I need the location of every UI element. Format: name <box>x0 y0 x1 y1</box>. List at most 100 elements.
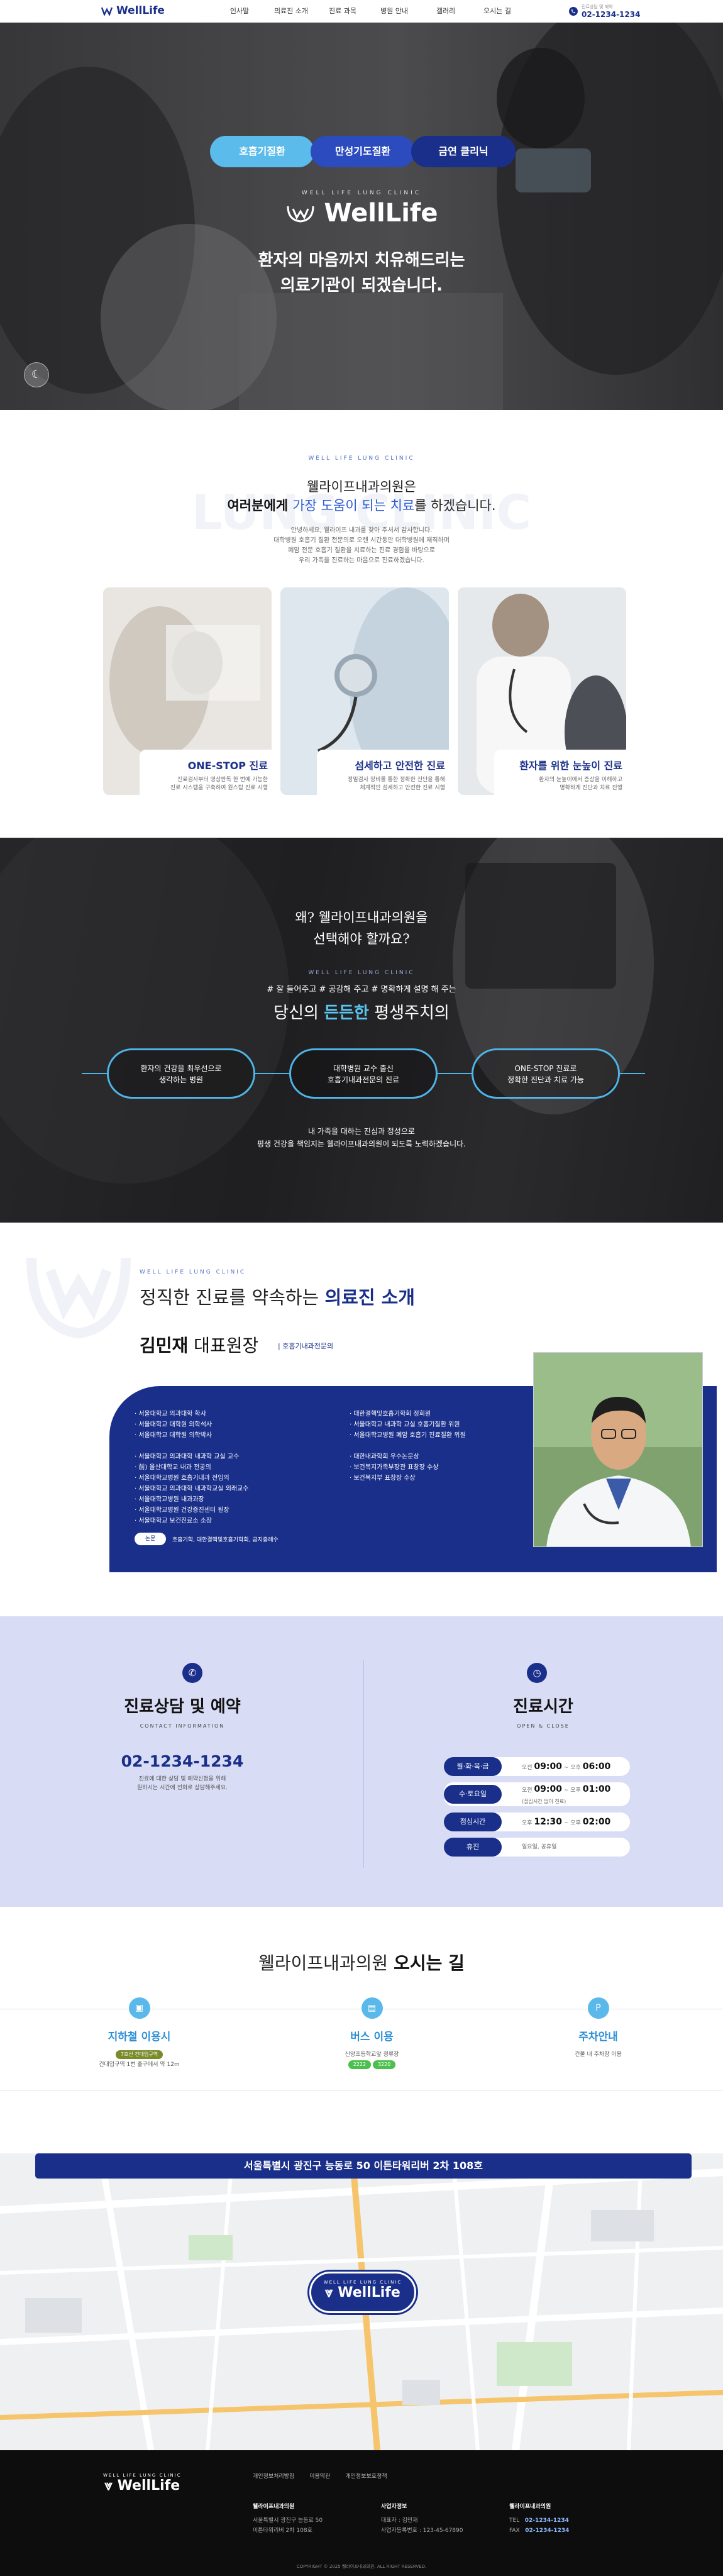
hero-headline-line1: 환자의 마음까지 치유해드리는 <box>258 251 465 270</box>
doctor-section-title: 정직한 진료를 약속하는 의료진 소개 <box>140 1283 415 1309</box>
career-list-experience: 서울대학교 의과대학 내과학 교실 교수 前) 울산대학교 내과 전공의 서울대… <box>135 1452 249 1526</box>
map-location-marker[interactable]: WELL LIFE LUNG CLINIC ⩔ WellLife <box>309 2272 416 2313</box>
doctor-name: 김민재 대표원장 <box>140 1332 258 1357</box>
hours-title: 진료시간 <box>513 1697 573 1716</box>
why-section: 왜? 웰라이프내과의원을 선택해야 할까요? WELL LIFE LUNG CLI… <box>0 838 723 1223</box>
intro-heading-post: 를 하겠습니다. <box>414 498 496 513</box>
footer-logo[interactable]: WELL LIFE LUNG CLINIC ⩔ WellLife <box>103 2473 182 2494</box>
nav-item-hospital-info[interactable]: 병원 안내 <box>368 0 420 23</box>
career-list-education: 서울대학교 의과대학 학사 서울대학교 대학원 의학석사 서울대학교 대학원 의… <box>135 1409 212 1441</box>
parking-icon: P <box>587 1997 609 2019</box>
logo-icon: ⩔ <box>104 2478 113 2494</box>
footer-link-privacy-policy[interactable]: 개인정보보호정책 <box>345 2472 387 2480</box>
nav-item-departments[interactable]: 진료 과목 <box>317 0 368 23</box>
hours-row: 월·화·목·금 오전 09:00 ~ 오후 06:00 <box>444 1757 630 1776</box>
feature-card-caption: ONE-STOP 진료 진료검사부터 영상판독 한 번에 가능한 진료 시스템을 … <box>140 750 272 795</box>
hours-row-label: 수·토요일 <box>444 1785 502 1804</box>
watermark-logo-icon <box>26 1257 131 1339</box>
consult-desc-line: 원하시는 시간에 전화로 상담해주세요. <box>137 1785 228 1791</box>
directions-parking-desc: 건물 내 주차장 이용 <box>575 2051 622 2058</box>
footer-address: 웰라이프내과의원 서울특별시 광진구 능동로 50 이튼타워리버 2차 108호 <box>253 2502 323 2536</box>
feature-card-safe[interactable]: 섬세하고 안전한 진료 정밀검사 장비를 통한 정확한 진단을 통해 체계적인 섬… <box>280 587 449 795</box>
connector-line <box>620 1073 645 1074</box>
hours-row-value: 오전 09:00 ~ 오후 01:00 (점심시간 없이 진료) <box>522 1784 629 1807</box>
feature-card-eye-level[interactable]: 환자를 위한 눈높이 진료 환자의 눈높이에서 증상을 이해하고 명확하게 진단과… <box>458 587 626 795</box>
footer-link-privacy[interactable]: 개인정보처리방침 <box>253 2472 294 2480</box>
career-item: 서울대학교 대학원 의학박사 <box>135 1430 212 1441</box>
hero-pill-smoking-clinic[interactable]: 금연 클리닉 <box>411 136 516 167</box>
logo-icon <box>287 206 314 223</box>
logo-icon: ⩔ <box>325 2285 333 2301</box>
hero-pill-respiratory[interactable]: 호흡기질환 <box>210 136 314 167</box>
nav-item-doctors[interactable]: 의료진 소개 <box>265 0 317 23</box>
footer-fax-label: FAX <box>509 2528 520 2534</box>
hero-headline: 환자의 마음까지 치유해드리는 의료기관이 되겠습니다. <box>0 248 723 298</box>
main-nav: 인사말 의료진 소개 진료 과목 병원 안내 갤러리 오시는 길 <box>214 0 523 23</box>
moon-icon: ☾ <box>31 368 42 381</box>
header-phone[interactable]: 진료상담 및 예약 02-1234-1234 <box>569 4 640 19</box>
hero-pill-chronic-airway[interactable]: 만성기도질환 <box>311 136 415 167</box>
phone-icon: ✆ <box>182 1663 202 1683</box>
consult-phone[interactable]: 02-1234-1234 <box>0 1752 365 1770</box>
directions-bus: ▤ 버스 이용 신양초등학교앞 정류장 2222 3220 <box>251 1997 492 2070</box>
nav-item-greeting[interactable]: 인사말 <box>214 0 265 23</box>
intro-paragraph-line: 우리 가족을 진료하는 마음으로 진료하겠습니다. <box>299 557 424 564</box>
footer-tel[interactable]: 02-1234-1234 <box>525 2518 569 2524</box>
hours-row-start: 12:30 <box>534 1817 563 1827</box>
footer-links: 개인정보처리방침 이용약관 개인정보보호정책 <box>253 2472 387 2480</box>
doctor-name-text: 김민재 <box>140 1335 189 1356</box>
hours-row-start: 09:00 <box>534 1784 563 1794</box>
why-footer-line: 평생 건강을 책임지는 웰라이프내과의원이 되도록 노력하겠습니다. <box>257 1140 466 1148</box>
directions-subway: ▣ 지하철 이용시 7호선 건대입구역 건대입구역 1번 출구에서 약 12m <box>19 1997 260 2070</box>
hours-subtitle: OPEN & CLOSE <box>517 1723 570 1729</box>
doctor-photo <box>533 1352 703 1547</box>
header-phone-number: 02-1234-1234 <box>582 10 641 19</box>
hours-row-label: 휴진 <box>444 1838 502 1857</box>
why-pill-patient-first: 환자의 건강을 최우선으로 생각하는 병원 <box>107 1048 255 1099</box>
map-section[interactable]: 서울특별시 광진구 능동로 50 이튼타워리버 2차 108호 WELL LIF… <box>0 2153 723 2450</box>
career-list-memberships: 대한결핵및호흡기학회 정회원 서울대학교 내과학 교실 호흡기질환 위원 서울대… <box>350 1409 465 1441</box>
footer-col-title: 웰라이프내과의원 <box>253 2504 295 2510</box>
career-item: 서울대학교 보건진료소 소장 <box>135 1516 249 1526</box>
site-footer: WELL LIFE LUNG CLINIC ⩔ WellLife 개인정보처리방… <box>0 2450 723 2576</box>
connector-line <box>82 1073 107 1074</box>
career-item: 보건복지부 표창장 수상 <box>350 1473 439 1484</box>
bus-number-badge: 2222 <box>348 2060 372 2069</box>
why-heading: 왜? 웰라이프내과의원을 선택해야 할까요? <box>0 907 723 950</box>
why-pill-line: 대학병원 교수 출신 <box>333 1064 394 1073</box>
career-item: 보건복지가족부장관 표창장 수상 <box>350 1462 438 1473</box>
doctor-title-accent: 의료진 소개 <box>324 1287 415 1308</box>
hero-section: 호흡기질환 만성기도질환 금연 클리닉 WELL LIFE LUNG CLINI… <box>0 23 723 410</box>
feature-card-desc: 체계적인 섬세하고 안전한 진료 시행 <box>360 785 445 791</box>
why-pill-line: ONE-STOP 진료로 <box>514 1064 577 1073</box>
why-subheading-post: 평생주치의 <box>368 1004 450 1023</box>
intro-paragraph-line: 안녕하세요, 웰라이프 내과를 찾아 주셔서 감사합니다. <box>290 527 433 534</box>
connector-line <box>438 1073 472 1074</box>
why-pill-line: 환자의 건강을 최우선으로 <box>140 1064 222 1073</box>
career-item: 서울대학교 의과대학 학사 <box>135 1409 212 1419</box>
dark-mode-toggle[interactable]: ☾ <box>24 362 49 387</box>
footer-link-terms[interactable]: 이용약관 <box>309 2472 330 2480</box>
subway-icon: ▣ <box>128 1997 150 2019</box>
directions-subway-desc: 건대입구역 1번 출구에서 약 12m <box>99 2062 180 2068</box>
feature-card-onestop[interactable]: ONE-STOP 진료 진료검사부터 영상판독 한 번에 가능한 진료 시스템을 … <box>103 587 272 795</box>
footer-contact: 웰라이프내과의원 TEL 02-1234-1234 FAX 02-1234-12… <box>509 2502 569 2536</box>
nav-item-gallery[interactable]: 갤러리 <box>420 0 472 23</box>
hours-row-start: 09:00 <box>534 1762 563 1772</box>
hours-row: 수·토요일 오전 09:00 ~ 오후 01:00 (점심시간 없이 진료) <box>444 1782 630 1806</box>
footer-copyright: COPYRIGHT © 2025 웰라이프내과의원. ALL RIGHT RES… <box>296 2564 427 2569</box>
directions-bus-desc: 신양초등학교앞 정류장 <box>345 2051 399 2058</box>
header-logo[interactable]: WellLife <box>101 4 165 17</box>
header-phone-label: 진료상담 및 예약 <box>582 4 613 9</box>
hours-row-closed: 휴진 일요일, 공휴일 <box>444 1838 630 1857</box>
hours-row-value: 오후 12:30 ~ 오후 02:00 <box>522 1813 629 1833</box>
hours-row-label: 월·화·목·금 <box>444 1757 502 1776</box>
career-item: 서울대학교병원 호흡기내과 전임의 <box>135 1473 249 1484</box>
clock-icon: ◷ <box>527 1663 547 1683</box>
hero-logo: WELL LIFE LUNG CLINIC WellLife <box>0 190 723 228</box>
nav-item-directions[interactable]: 오시는 길 <box>472 0 523 23</box>
footer-logo-text: WellLife <box>117 2478 180 2494</box>
doctor-portrait-image <box>534 1353 702 1546</box>
feature-card-title: 섬세하고 안전한 진료 <box>355 760 445 772</box>
connector-line <box>255 1073 289 1074</box>
